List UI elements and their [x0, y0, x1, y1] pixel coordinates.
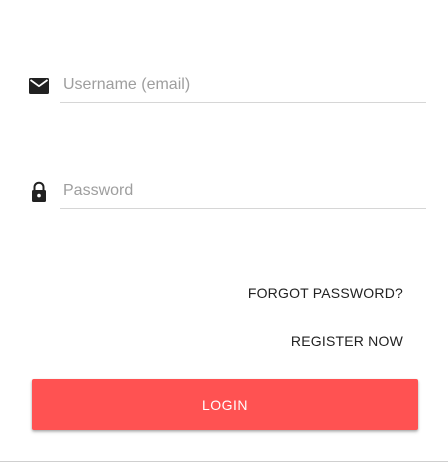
lock-icon — [28, 181, 50, 203]
login-button[interactable]: LOGIN — [32, 379, 418, 430]
username-field-row — [24, 67, 426, 107]
email-icon — [28, 75, 50, 97]
register-now-link[interactable]: REGISTER NOW — [291, 333, 403, 349]
username-input[interactable] — [60, 67, 426, 103]
password-field-row — [24, 173, 426, 213]
forgot-password-link[interactable]: FORGOT PASSWORD? — [248, 285, 403, 301]
password-input[interactable] — [60, 173, 426, 209]
